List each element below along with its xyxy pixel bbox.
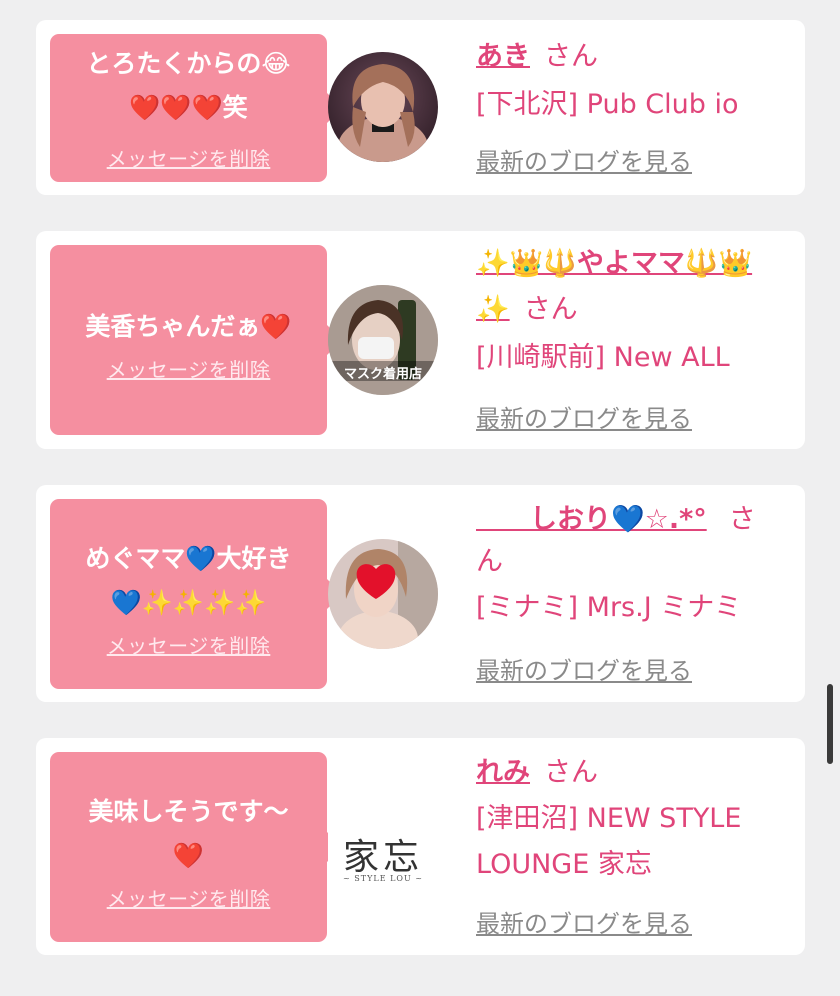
name-line: しおり💙☆.*° さ bbox=[476, 497, 791, 543]
message-card: とろたくからの😂 ❤️❤️❤️笑 メッセージを削除 あき さん [下北沢] Pu… bbox=[36, 20, 805, 195]
user-name-link[interactable]: ✨👑🔱やよママ🔱👑 bbox=[476, 248, 752, 279]
message-text: 美味しそうです〜 ❤️ bbox=[58, 790, 319, 878]
message-card: 美香ちゃんだぁ❤️ メッセージを削除 マスク着用店 ✨👑🔱やよママ🔱👑 ✨ さん bbox=[36, 231, 805, 449]
name-line: ✨ さん bbox=[476, 287, 791, 333]
honorific: さん bbox=[544, 757, 598, 788]
delete-message-link[interactable]: メッセージを削除 bbox=[50, 630, 327, 659]
honorific-cont: ん bbox=[476, 546, 503, 577]
user-info: ✨👑🔱やよママ🔱👑 ✨ さん [川崎駅前] New ALL 最新のブログを見る bbox=[476, 241, 791, 433]
latest-blog-link[interactable]: 最新のブログを見る bbox=[476, 142, 692, 177]
name-line: あき さん bbox=[476, 34, 791, 80]
message-card: めぐママ💙大好き 💙✨✨✨✨ メッセージを削除 しおり💙☆.*° さ ん [ミナミ… bbox=[36, 485, 805, 702]
delete-message-link[interactable]: メッセージを削除 bbox=[50, 354, 327, 383]
latest-blog-link[interactable]: 最新のブログを見る bbox=[476, 651, 692, 686]
honorific: さん bbox=[523, 294, 578, 325]
message-bubble: 美味しそうです〜 ❤️ メッセージを削除 bbox=[50, 752, 342, 942]
name-line: ✨👑🔱やよママ🔱👑 bbox=[476, 241, 791, 287]
latest-blog-link[interactable]: 最新のブログを見る bbox=[476, 399, 692, 434]
user-info: あき さん [下北沢] Pub Club io 最新のブログを見る bbox=[476, 34, 791, 176]
honorific: さ bbox=[728, 504, 756, 535]
avatar-photo bbox=[328, 539, 438, 649]
message-text: 美香ちゃんだぁ❤️ bbox=[58, 305, 319, 349]
user-info: れみ さん [津田沼] NEW STYLE LOUNGE 家忘 最新のブログを見る bbox=[476, 750, 791, 938]
avatar-photo bbox=[328, 52, 438, 162]
user-info: しおり💙☆.*° さ ん [ミナミ] Mrs.J ミナミ 最新のブログを見る bbox=[476, 497, 791, 685]
message-bubble: とろたくからの😂 ❤️❤️❤️笑 メッセージを削除 bbox=[50, 34, 342, 182]
message-line: 💙✨✨✨✨ bbox=[110, 588, 267, 617]
avatar[interactable] bbox=[328, 52, 438, 162]
logo-subtext: ~ STYLE LOU ~ bbox=[343, 874, 423, 883]
message-line: ❤️❤️❤️笑 bbox=[129, 93, 248, 122]
shop-name: [川崎駅前] New ALL bbox=[476, 342, 730, 373]
message-text: めぐママ💙大好き 💙✨✨✨✨ bbox=[58, 537, 319, 625]
message-card: 美味しそうです〜 ❤️ メッセージを削除 家忘 ~ STYLE LOU ~ れみ… bbox=[36, 738, 805, 955]
avatar-caption: マスク着用店 bbox=[343, 367, 422, 382]
honorific: さん bbox=[544, 41, 598, 72]
delete-message-link[interactable]: メッセージを削除 bbox=[50, 883, 327, 912]
user-name-link[interactable]: しおり💙☆.*° bbox=[476, 504, 707, 535]
shop-name: [津田沼] NEW STYLE bbox=[476, 803, 742, 834]
user-name-link-cont[interactable]: ✨ bbox=[476, 294, 510, 325]
user-name-link[interactable]: あき bbox=[476, 41, 530, 72]
message-line: 美香ちゃんだぁ❤️ bbox=[85, 312, 292, 341]
message-line: めぐママ💙大好き bbox=[85, 544, 292, 573]
avatar-logo[interactable]: 家忘 ~ STYLE LOU ~ bbox=[328, 792, 438, 902]
message-line: ❤️ bbox=[172, 841, 205, 870]
avatar[interactable]: マスク着用店 bbox=[328, 285, 438, 395]
latest-blog-link[interactable]: 最新のブログを見る bbox=[476, 904, 692, 939]
shop-name: [下北沢] Pub Club io bbox=[476, 89, 739, 120]
scrollbar[interactable] bbox=[827, 684, 833, 764]
logo-text: 家忘 bbox=[342, 837, 423, 878]
message-line: とろたくからの😂 bbox=[86, 49, 291, 78]
delete-message-link[interactable]: メッセージを削除 bbox=[50, 143, 327, 172]
message-bubble: めぐママ💙大好き 💙✨✨✨✨ メッセージを削除 bbox=[50, 499, 342, 689]
message-text: とろたくからの😂 ❤️❤️❤️笑 bbox=[58, 42, 319, 130]
message-list: とろたくからの😂 ❤️❤️❤️笑 メッセージを削除 あき さん [下北沢] Pu… bbox=[0, 0, 840, 996]
message-bubble: 美香ちゃんだぁ❤️ メッセージを削除 bbox=[50, 245, 342, 435]
shop-name-cont: LOUNGE 家忘 bbox=[476, 849, 652, 880]
name-line: れみ さん bbox=[476, 750, 791, 796]
shop-name: [ミナミ] Mrs.J ミナミ bbox=[476, 592, 742, 623]
message-line: 美味しそうです〜 bbox=[88, 797, 289, 826]
user-name-link[interactable]: れみ bbox=[476, 757, 530, 788]
avatar[interactable] bbox=[328, 539, 438, 649]
